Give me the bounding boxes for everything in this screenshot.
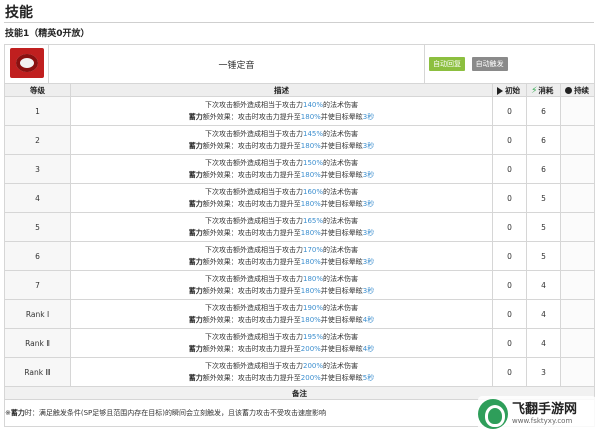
row-level: Rank Ⅱ — [4, 328, 71, 358]
tag-auto-recover: 自动回复 — [429, 57, 466, 71]
row-cost: 5 — [526, 212, 562, 242]
row-cost: 6 — [526, 125, 562, 155]
row-duration — [560, 357, 596, 387]
row-initial: 0 — [492, 125, 528, 155]
row-level: 4 — [4, 183, 71, 213]
row-cost: 6 — [526, 154, 562, 184]
column-header-row: 等级 描述 初始 ⚡消耗 持续 — [4, 83, 596, 97]
table-row: 3 下次攻击额外造成相当于攻击力150%的法术伤害 蓄力额外效果：攻击时攻击力提升至… — [4, 154, 596, 184]
row-cost: 3 — [526, 357, 562, 387]
watermark: 飞翻手游网 www.fsktyxy.com — [478, 396, 596, 432]
row-initial: 0 — [492, 328, 528, 358]
row-description: 下次攻击额外造成相当于攻击力200%的法术伤害 蓄力额外效果：攻击时攻击力提升至2… — [69, 357, 494, 387]
row-level: 7 — [4, 270, 71, 300]
clock-icon — [565, 87, 573, 94]
table-row: 5 下次攻击额外造成相当于攻击力165%的法术伤害 蓄力额外效果：攻击时攻击力提升至… — [4, 212, 596, 242]
skill-subtitle: 技能1（精英0开放） — [5, 29, 90, 39]
row-duration — [560, 154, 596, 184]
row-description: 下次攻击额外造成相当于攻击力170%的法术伤害 蓄力额外效果：攻击时攻击力提升至1… — [69, 241, 494, 271]
row-initial: 0 — [492, 154, 528, 184]
row-description: 下次攻击额外造成相当于攻击力160%的法术伤害 蓄力额外效果：攻击时攻击力提升至1… — [69, 183, 494, 213]
row-description: 下次攻击额外造成相当于攻击力190%的法术伤害 蓄力额外效果：攻击时攻击力提升至1… — [69, 299, 494, 329]
row-cost: 5 — [526, 241, 562, 271]
row-level: 6 — [4, 241, 71, 271]
row-initial: 0 — [492, 183, 528, 213]
row-cost: 5 — [526, 183, 562, 213]
row-duration — [560, 125, 596, 155]
row-cost: 4 — [526, 328, 562, 358]
table-row: Rank Ⅱ 下次攻击额外造成相当于攻击力195%的法术伤害 蓄力额外效果：攻击时攻… — [4, 328, 596, 358]
col-desc: 描述 — [69, 83, 494, 97]
table-row: 6 下次攻击额外造成相当于攻击力170%的法术伤害 蓄力额外效果：攻击时攻击力提升至… — [4, 241, 596, 271]
row-initial: 0 — [492, 357, 528, 387]
row-cost: 4 — [526, 299, 562, 329]
table-row: 1 下次攻击额外造成相当于攻击力140%的法术伤害 蓄力额外效果：攻击时攻击力提升至… — [4, 96, 596, 126]
table-row: 2 下次攻击额外造成相当于攻击力145%的法术伤害 蓄力额外效果：攻击时攻击力提升至… — [4, 125, 596, 155]
title-divider — [4, 22, 594, 23]
col-cost: ⚡消耗 — [526, 83, 562, 97]
row-level: 2 — [4, 125, 71, 155]
row-level: 3 — [4, 154, 71, 184]
col-level: 等级 — [4, 83, 71, 97]
row-description: 下次攻击额外造成相当于攻击力180%的法术伤害 蓄力额外效果：攻击时攻击力提升至1… — [69, 270, 494, 300]
site-logo-icon — [478, 399, 508, 429]
skill-name: 一锤定音 — [47, 44, 426, 84]
row-initial: 0 — [492, 241, 528, 271]
watermark-title: 飞翻手游网 — [512, 402, 578, 417]
row-initial: 0 — [492, 299, 528, 329]
skill-header-row: 一锤定音 自动回复 自动触发 — [4, 44, 596, 84]
row-cost: 4 — [526, 270, 562, 300]
table-row: 4 下次攻击额外造成相当于攻击力160%的法术伤害 蓄力额外效果：攻击时攻击力提升至… — [4, 183, 596, 213]
row-cost: 6 — [526, 96, 562, 126]
row-duration — [560, 270, 596, 300]
row-level: 5 — [4, 212, 71, 242]
row-level: 1 — [4, 96, 71, 126]
row-level: Rank Ⅰ — [4, 299, 71, 329]
skill-table: 一锤定音 自动回复 自动触发 等级 描述 初始 ⚡消耗 持续 1 下次攻击额外造成… — [3, 44, 596, 427]
row-initial: 0 — [492, 212, 528, 242]
skill-hammer-icon — [9, 48, 44, 78]
play-icon — [497, 86, 504, 95]
skill-table-container: 一锤定音 自动回复 自动触发 等级 描述 初始 ⚡消耗 持续 1 下次攻击额外造成… — [3, 44, 596, 427]
lightning-icon: ⚡ — [531, 85, 538, 96]
row-description: 下次攻击额外造成相当于攻击力145%的法术伤害 蓄力额外效果：攻击时攻击力提升至1… — [69, 125, 494, 155]
row-duration — [560, 183, 596, 213]
row-description: 下次攻击额外造成相当于攻击力195%的法术伤害 蓄力额外效果：攻击时攻击力提升至2… — [69, 328, 494, 358]
row-duration — [560, 96, 596, 126]
table-row: 7 下次攻击额外造成相当于攻击力180%的法术伤害 蓄力额外效果：攻击时攻击力提升至… — [4, 270, 596, 300]
page-title: 技能 — [5, 5, 33, 21]
row-description: 下次攻击额外造成相当于攻击力165%的法术伤害 蓄力额外效果：攻击时攻击力提升至1… — [69, 212, 494, 242]
row-duration — [560, 328, 596, 358]
row-description: 下次攻击额外造成相当于攻击力150%的法术伤害 蓄力额外效果：攻击时攻击力提升至1… — [69, 154, 494, 184]
skill-tags: 自动回复 自动触发 — [424, 44, 596, 84]
row-initial: 0 — [492, 96, 528, 126]
row-duration — [560, 212, 596, 242]
row-duration — [560, 241, 596, 271]
row-description: 下次攻击额外造成相当于攻击力140%的法术伤害 蓄力额外效果：攻击时攻击力提升至1… — [69, 96, 494, 126]
row-duration — [560, 299, 596, 329]
skill-icon-cell — [4, 44, 49, 84]
table-row: Rank Ⅲ 下次攻击额外造成相当于攻击力200%的法术伤害 蓄力额外效果：攻击时攻… — [4, 357, 596, 387]
col-duration: 持续 — [560, 83, 596, 97]
tag-auto-trigger: 自动触发 — [471, 57, 508, 71]
row-initial: 0 — [492, 270, 528, 300]
col-initial: 初始 — [492, 83, 528, 97]
table-row: Rank Ⅰ 下次攻击额外造成相当于攻击力190%的法术伤害 蓄力额外效果：攻击时攻… — [4, 299, 596, 329]
row-level: Rank Ⅲ — [4, 357, 71, 387]
watermark-url: www.fsktyxy.com — [512, 417, 573, 425]
